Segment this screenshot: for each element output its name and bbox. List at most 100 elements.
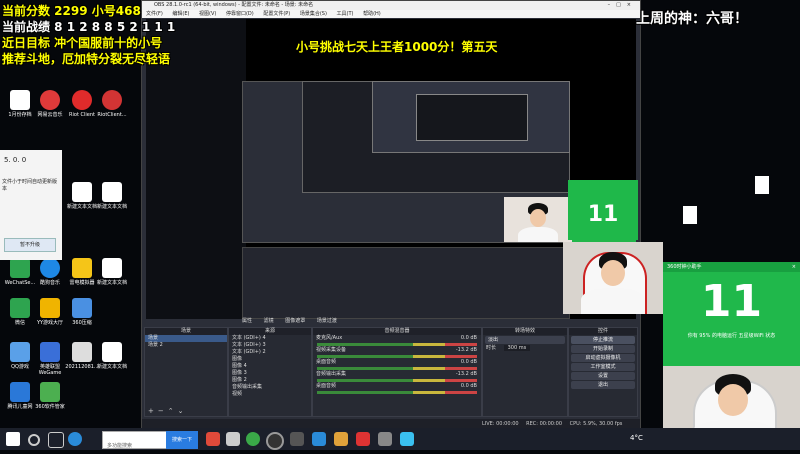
transition-duration-row: 时长 300 ms [483,345,567,352]
exit-button[interactable]: 退出 [571,381,635,389]
app-icon[interactable] [400,432,414,446]
volume-meter [317,367,477,370]
scene-transition-button[interactable]: 场景过渡 [317,318,337,324]
channel-level: 0.0 dB [460,359,477,365]
source-item[interactable]: 文本 (GDI+) 2 [229,349,311,356]
transition-select[interactable]: 淡出 [485,336,565,344]
channel-name: 桌面音频 [316,359,337,365]
app-icon[interactable] [312,432,326,446]
channel-name: 桌面音频 [316,383,337,389]
scene-item[interactable]: 场景 [145,335,227,342]
app-icon[interactable] [246,432,260,446]
right-desktop-icon[interactable] [742,176,782,196]
menu-profile[interactable]: 配置文件(P) [263,11,290,17]
duration-input[interactable]: 300 ms [503,345,531,351]
down-icon[interactable]: ⌄ [178,407,188,415]
image-mask-button[interactable]: 图像遮罩 [285,318,305,324]
virtual-camera-button[interactable]: 启动虚拟摄像机 [571,354,635,362]
channel-name: 视频采集设备 [316,347,347,353]
netease-music-icon [40,90,60,110]
overlay-goal: 近日目标 冲个国服前十的小号 [2,36,163,50]
remove-icon[interactable]: − [158,407,168,415]
rec-status: REC: 00:00:00 [526,421,563,427]
timer-header: 360时钟小助手 × [663,262,800,272]
timer-panel: 360时钟小助手 × 11 你有 95% 的电脑运行 五星级WiFi 状态 [663,262,800,366]
mixer-channel: 麦克风/Aux 0.0 dB [313,335,481,346]
maximize-icon[interactable]: □ [616,2,627,8]
edge-icon[interactable] [68,432,82,446]
desktop-icon[interactable]: 新建文本文档 [92,342,132,370]
source-item[interactable]: 图像 2 [229,377,311,384]
channel-name: 音频输出采集 [316,371,347,377]
scenes-toolbar: +−⌃⌄ [148,407,188,415]
text-file-icon [72,182,92,202]
riot-client-icon [102,90,122,110]
obs-taskbar-icon[interactable] [266,432,284,450]
app-icon[interactable] [290,432,304,446]
desktop-icon[interactable]: 新建文本文档 [92,258,132,286]
person-shirt [581,288,645,314]
app-icon[interactable] [334,432,348,446]
properties-button[interactable]: 属性 [242,318,252,324]
settings-button[interactable]: 设置 [571,372,635,380]
timer-close-icon[interactable]: × [792,262,796,272]
overlay-score: 当前分数 2299 小号468 [2,4,141,18]
scene-item[interactable]: 场景 2 [145,342,227,349]
app-icon[interactable] [226,432,240,446]
menu-edit[interactable]: 编辑(E) [172,11,189,17]
riot-client-icon [72,90,92,110]
cpu-status: CPU: 5.9%, 30.00 fps [569,421,623,427]
desktop-icon[interactable]: RiotClient... [92,90,132,118]
menu-file[interactable]: 文件(F) [146,11,163,17]
search-box[interactable]: 多功能搜索 [102,431,168,449]
mixer-channel: 桌面音频 0.0 dB [313,383,481,394]
minimize-icon[interactable]: – [608,2,617,8]
source-item[interactable]: 视频 [229,391,311,398]
right-desktop-icon[interactable] [670,206,710,226]
desktop-icon[interactable]: 360压缩 [62,298,102,326]
search-go-button[interactable]: 搜索一下 [166,431,198,449]
transitions-header: 转场特效 [483,328,567,335]
desktop-icon[interactable]: 360软件管家 [30,382,70,410]
add-icon[interactable]: + [148,407,158,415]
mixer-dock: 音频混音器 麦克风/Aux 0.0 dB 视频采集设备 -13.2 dB 桌面音频 0… [312,327,482,417]
start-icon[interactable] [6,432,20,446]
app-icon[interactable] [356,432,370,446]
source-item[interactable]: 图像 4 [229,363,311,370]
nested-timer-panel: 11 [568,180,638,240]
volume-meter [317,379,477,382]
filters-button[interactable]: 滤镜 [264,318,274,324]
yy-game-icon [40,298,60,318]
timer-title: 360时钟小助手 [667,264,702,270]
menu-view[interactable]: 视图(V) [199,11,216,17]
timer-message: 你有 95% 的电脑运行 五星级WiFi 状态 [687,333,776,339]
studio-mode-button[interactable]: 工作室模式 [571,363,635,371]
stop-streaming-button[interactable]: 停止推流 [571,336,635,344]
app-icon[interactable] [206,432,220,446]
source-item[interactable]: 文本 (GDI+) 3 [229,342,311,349]
text-file-icon [755,176,769,194]
app-icon[interactable] [378,432,392,446]
kugou-icon [40,258,60,278]
search-box-placeholder: 多功能搜索 [107,443,133,449]
source-item[interactable]: 文本 (GDI+) 4 [229,335,311,342]
menu-scene-collection[interactable]: 场景集合(S) [300,11,327,17]
overlay-record: 当前战绩 8 1 2 8 8 5 2 1 1 1 [2,20,176,34]
menu-help[interactable]: 帮助(H) [363,11,381,17]
dialog-skip-button[interactable]: 暂不升级 [4,238,56,252]
search-icon[interactable] [28,434,40,446]
source-item[interactable]: 音频输出采集 [229,384,311,391]
task-view-icon[interactable] [48,432,64,448]
dialog-message: 文件小于时间自动更新版本 [2,179,58,192]
menu-tools[interactable]: 工具(T) [337,11,354,17]
up-icon[interactable]: ⌃ [168,407,178,415]
source-item[interactable]: 图像 3 [229,370,311,377]
wegame-icon [40,342,60,362]
transitions-dock: 转场特效 淡出 时长 300 ms [482,327,568,417]
start-recording-button[interactable]: 开始录制 [571,345,635,353]
menu-docks[interactable]: 停靠窗口(D) [226,11,254,17]
weather[interactable]: 4°C [630,434,643,442]
desktop-icon[interactable]: 新建文本文档 [92,182,132,210]
nested-webcam [504,197,572,242]
source-item[interactable]: 图像 [229,356,311,363]
